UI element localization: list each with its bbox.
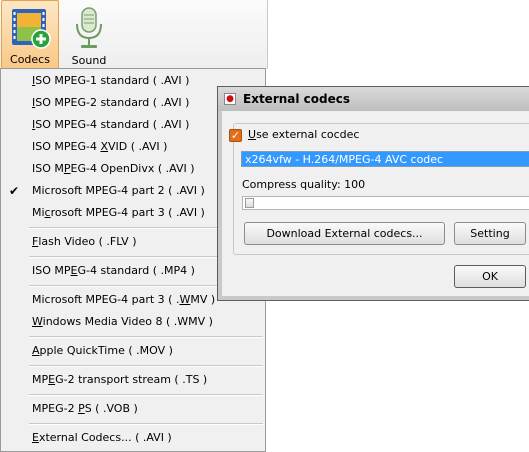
external-codec-list[interactable]: x264vfw - H.264/MPEG-4 AVC codec — [241, 151, 529, 167]
toolbar: Codecs Sound — [0, 0, 268, 69]
microphone-icon — [76, 7, 102, 48]
menu-item-quicktime-mov[interactable]: Apple QuickTime ( .MOV ) — [1, 340, 265, 362]
dialog-title-bar[interactable]: ● External codecs — [218, 87, 529, 111]
download-external-codecs-button[interactable]: Download External codecs... — [244, 222, 445, 245]
menu-item-external-codecs-avi[interactable]: External Codecs... ( .AVI ) — [1, 427, 265, 449]
sound-label: Sound — [71, 54, 107, 67]
menu-separator — [29, 365, 263, 367]
use-external-codec-checkbox[interactable]: ✓ — [229, 129, 242, 142]
menu-item-wmv8[interactable]: Windows Media Video 8 ( .WMV ) — [1, 311, 265, 333]
setting-button[interactable]: Setting — [454, 222, 526, 245]
menu-item-mpeg2-ps-vob[interactable]: MPEG-2 PS ( .VOB ) — [1, 398, 265, 420]
ok-button[interactable]: OK — [454, 265, 526, 288]
app-icon: ● — [224, 93, 236, 105]
dialog-title: External codecs — [243, 92, 351, 106]
menu-separator — [29, 336, 263, 338]
codecs-label: Codecs — [10, 53, 50, 66]
compress-quality-label: Compress quality: 100 — [242, 178, 366, 191]
sound-toolbar-button[interactable]: Sound — [60, 0, 118, 69]
compress-quality-slider[interactable] — [242, 196, 529, 210]
selected-codec-item[interactable]: x264vfw - H.264/MPEG-4 AVC codec — [245, 153, 443, 166]
slider-thumb[interactable] — [245, 198, 254, 208]
use-external-codec-label: Use external cocdec — [248, 128, 360, 141]
film-plus-icon — [12, 9, 51, 49]
external-codecs-dialog: ● External codecs ✓ Use external cocdec … — [217, 86, 529, 301]
codecs-toolbar-button[interactable]: Codecs — [1, 0, 59, 69]
menu-item-mpeg2-ts[interactable]: MPEG-2 transport stream ( .TS ) — [1, 369, 265, 391]
menu-separator — [29, 394, 263, 396]
checkmark-icon: ✔ — [9, 184, 20, 198]
menu-separator — [29, 423, 263, 425]
